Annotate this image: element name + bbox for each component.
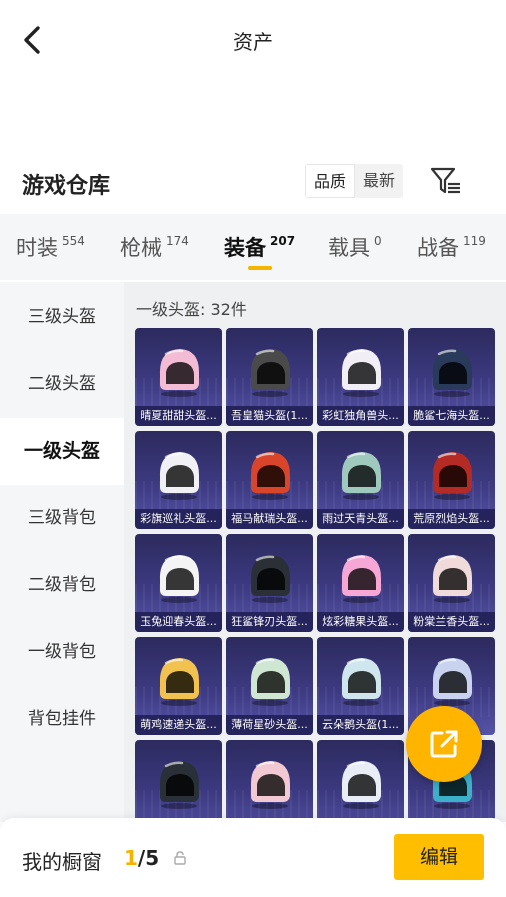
helmet-icon [432, 349, 472, 397]
sidebar-item-level1-backpack[interactable]: 一级背包 [0, 619, 124, 686]
item-name: 脆鲨七海头盔... [408, 406, 495, 426]
category-tabs: 时装 554 枪械 174 装备 207 载具 0 战备 119 [0, 214, 506, 280]
item-name: 荒原烈焰头盔... [408, 509, 495, 529]
section-header: 游戏仓库 品质 最新 [0, 160, 506, 208]
helmet-icon [250, 452, 290, 500]
tab-vehicles[interactable]: 载具 0 [328, 232, 382, 262]
item-card[interactable]: 粉棠兰香头盔... [408, 534, 495, 632]
helmet-icon [159, 349, 199, 397]
item-name: 玉兔迎春头盔... [135, 612, 222, 632]
item-card[interactable]: 玉兔迎春头盔... [135, 534, 222, 632]
tab-equipment[interactable]: 装备 207 [224, 232, 295, 262]
helmet-icon [250, 658, 290, 706]
helmet-icon [159, 658, 199, 706]
item-card[interactable]: 晴夏甜甜头盔... [135, 328, 222, 426]
item-card[interactable]: 脆鲨七海头盔... [408, 328, 495, 426]
helmet-icon [341, 349, 381, 397]
helmet-icon [341, 658, 381, 706]
sort-newest[interactable]: 最新 [355, 164, 403, 198]
item-card[interactable]: 荒原烈焰头盔... [408, 431, 495, 529]
item-card[interactable] [135, 740, 222, 822]
item-name: 粉棠兰香头盔... [408, 612, 495, 632]
showcase-label: 我的橱窗 [22, 850, 102, 874]
sidebar-item-backpack-charm[interactable]: 背包挂件 [0, 686, 124, 753]
helmet-icon [250, 349, 290, 397]
item-name: 晴夏甜甜头盔... [135, 406, 222, 426]
item-name: 雨过天青头盔... [317, 509, 404, 529]
sidebar-item-level2-helmet[interactable]: 二级头盔 [0, 351, 124, 418]
tab-supplies[interactable]: 战备 119 [417, 232, 486, 262]
item-card[interactable] [317, 740, 404, 822]
item-name: 薄荷星砂头盔... [226, 715, 313, 735]
item-card[interactable]: 炫彩糖果头盔... [317, 534, 404, 632]
item-card[interactable]: 云朵鹅头盔(1... [317, 637, 404, 735]
item-card[interactable]: 雨过天青头盔... [317, 431, 404, 529]
item-name: 狂鲨锋刃头盔... [226, 612, 313, 632]
item-card[interactable]: 吾皇猫头盔(1... [226, 328, 313, 426]
item-card[interactable]: 彩旗巡礼头盔... [135, 431, 222, 529]
item-name: 彩旗巡礼头盔... [135, 509, 222, 529]
top-bar: 资产 [0, 0, 506, 80]
page-title: 资产 [233, 30, 273, 54]
sidebar-item-level3-backpack[interactable]: 三级背包 [0, 485, 124, 552]
sidebar: 三级头盔 二级头盔 一级头盔 三级背包 二级背包 一级背包 背包挂件 [0, 282, 124, 822]
item-count-title: 一级头盔: 32件 [136, 300, 247, 319]
active-tab-indicator [248, 266, 272, 270]
item-name: 云朵鹅头盔(1... [317, 715, 404, 735]
helmet-icon [432, 658, 472, 706]
helmet-icon [159, 555, 199, 603]
section-title: 游戏仓库 [22, 174, 111, 199]
sort-toggle: 品质 最新 [305, 164, 404, 198]
item-card[interactable] [226, 740, 313, 822]
bottom-bar: 我的橱窗 1/5 编辑 [0, 818, 506, 897]
sidebar-item-level3-helmet[interactable]: 三级头盔 [0, 284, 124, 351]
item-name: 福马献瑞头盔... [226, 509, 313, 529]
helmet-icon [250, 761, 290, 809]
sidebar-item-level1-helmet[interactable]: 一级头盔 [0, 418, 124, 485]
helmet-icon [341, 555, 381, 603]
helmet-icon [341, 452, 381, 500]
item-name: 萌鸡速递头盔... [135, 715, 222, 735]
item-card[interactable]: 狂鲨锋刃头盔... [226, 534, 313, 632]
tab-fashion[interactable]: 时装 554 [16, 232, 85, 262]
item-card[interactable]: 福马献瑞头盔... [226, 431, 313, 529]
helmet-icon [159, 761, 199, 809]
showcase-count: 1/5 [124, 846, 160, 870]
edit-button[interactable]: 编辑 [394, 834, 484, 880]
tab-weapons[interactable]: 枪械 174 [120, 232, 189, 262]
helmet-icon [432, 452, 472, 500]
filter-icon[interactable] [430, 166, 462, 196]
item-name: 吾皇猫头盔(1... [226, 406, 313, 426]
item-card[interactable]: 萌鸡速递头盔... [135, 637, 222, 735]
item-name: 彩虹独角兽头... [317, 406, 404, 426]
item-card[interactable]: 彩虹独角兽头... [317, 328, 404, 426]
helmet-icon [250, 555, 290, 603]
lock-icon [174, 851, 186, 865]
share-button[interactable] [406, 706, 482, 782]
sidebar-item-level2-backpack[interactable]: 二级背包 [0, 552, 124, 619]
external-link-icon [430, 730, 458, 758]
helmet-icon [159, 452, 199, 500]
helmet-icon [341, 761, 381, 809]
item-name: 炫彩糖果头盔... [317, 612, 404, 632]
helmet-icon [432, 555, 472, 603]
item-card[interactable]: 薄荷星砂头盔... [226, 637, 313, 735]
sort-quality[interactable]: 品质 [305, 164, 356, 198]
